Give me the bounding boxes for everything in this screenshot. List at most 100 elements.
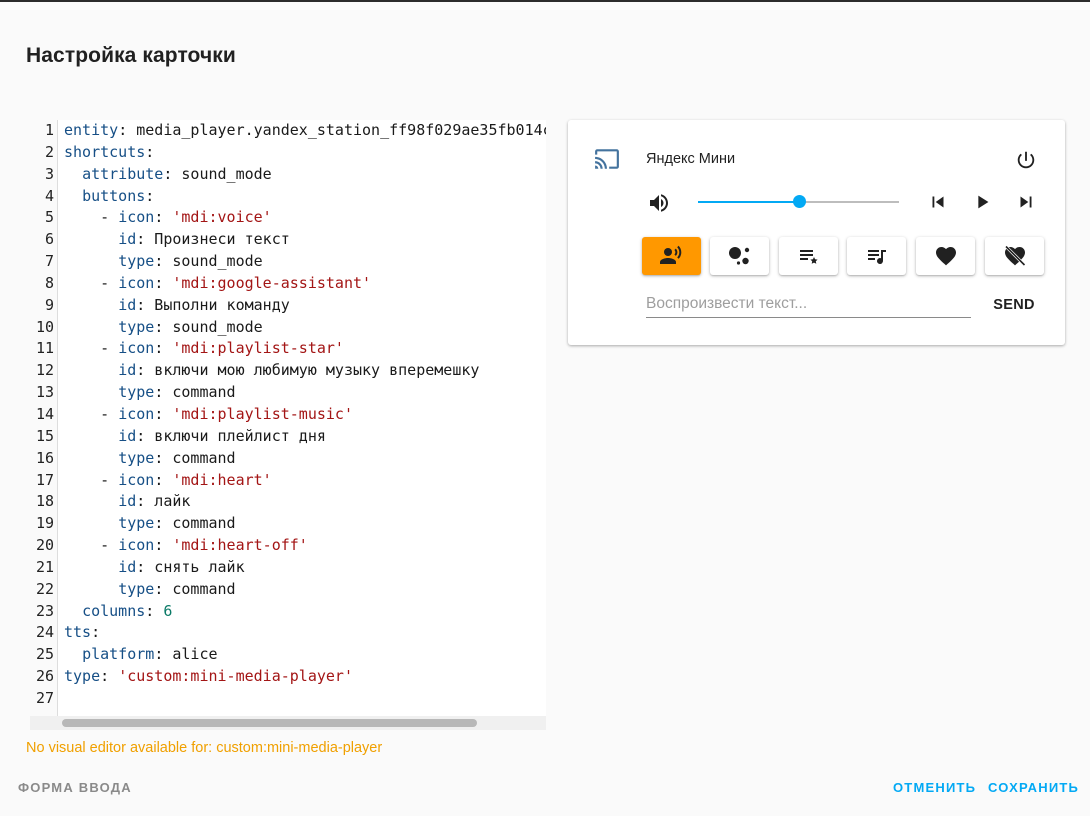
voice-icon xyxy=(659,245,681,264)
yaml-text: : xyxy=(154,536,173,555)
code-line[interactable]: id: Выполни команду xyxy=(64,295,546,317)
tts-text-input[interactable] xyxy=(646,290,971,318)
line-number-gutter: 1 2 3 4 5 6 7 8 9 10 11 12 13 14 15 16 17 18 19 20 21 22 23 24 2… xyxy=(30,120,58,716)
yaml-text xyxy=(64,427,118,445)
yaml-text: : включи плейлист дня xyxy=(136,426,326,445)
line-number: 3 xyxy=(44,164,54,183)
code-line[interactable]: - icon: 'mdi:google-assistant' xyxy=(64,273,546,295)
yaml-key: icon xyxy=(118,470,155,489)
yaml-key: tts xyxy=(64,623,92,642)
yaml-key: icon xyxy=(118,404,155,423)
code-line[interactable]: type: 'custom:mini-media-player' xyxy=(64,666,546,688)
code-line[interactable]: shortcuts: xyxy=(64,142,546,164)
code-line[interactable]: columns: 6 xyxy=(64,601,546,623)
code-line[interactable]: platform: alice xyxy=(64,644,546,666)
shortcut-heart-off-button[interactable] xyxy=(985,237,1044,275)
code-line[interactable]: - icon: 'mdi:heart-off' xyxy=(64,535,546,557)
yaml-text xyxy=(64,514,118,532)
form-mode-button[interactable]: ФОРМА ВВОДА xyxy=(18,780,132,795)
yaml-text: : sound_mode xyxy=(154,252,263,271)
line-number: 1 xyxy=(44,121,54,139)
code-line[interactable]: id: включи мою любимую музыку вперемешку xyxy=(64,360,546,382)
code-content[interactable]: entity: media_player.yandex_station_ff98… xyxy=(64,120,546,716)
yaml-code-editor[interactable]: 1 2 3 4 5 6 7 8 9 10 11 12 13 14 15 16 17 18 19 20 21 22 23 24 2… xyxy=(30,120,546,730)
yaml-key: type xyxy=(118,383,155,402)
code-line[interactable]: type: command xyxy=(64,448,546,470)
code-line[interactable]: id: включи плейлист дня xyxy=(64,426,546,448)
code-line[interactable]: - icon: 'mdi:playlist-music' xyxy=(64,404,546,426)
line-number: 5 xyxy=(44,208,54,227)
yaml-key: id xyxy=(118,295,137,314)
code-line[interactable]: tts: xyxy=(64,622,546,644)
yaml-text: - xyxy=(64,404,119,423)
code-line[interactable]: id: Произнеси текст xyxy=(64,229,546,251)
yaml-key: platform xyxy=(82,645,155,664)
yaml-text xyxy=(64,558,118,576)
yaml-text: : alice xyxy=(154,645,218,664)
line-number: 13 xyxy=(35,383,54,402)
code-line[interactable]: - icon: 'mdi:voice' xyxy=(64,207,546,229)
send-button[interactable]: SEND xyxy=(986,294,1042,316)
yaml-key: icon xyxy=(118,273,155,292)
yaml-text xyxy=(64,449,118,467)
yaml-text: : xyxy=(154,208,173,227)
yaml-key: entity xyxy=(64,121,119,139)
play-icon[interactable] xyxy=(970,190,994,214)
line-number: 20 xyxy=(35,536,54,555)
code-line[interactable]: - icon: 'mdi:playlist-star' xyxy=(64,338,546,360)
yaml-text xyxy=(64,580,118,598)
code-line[interactable]: type: sound_mode xyxy=(64,317,546,339)
yaml-text xyxy=(64,361,118,379)
horizontal-scrollbar-thumb[interactable] xyxy=(62,719,477,727)
yaml-string: 'mdi:google-assistant' xyxy=(172,273,372,292)
horizontal-scrollbar[interactable] xyxy=(30,716,546,730)
yaml-text xyxy=(64,645,82,663)
line-number: 8 xyxy=(44,273,54,292)
line-number: 7 xyxy=(44,252,54,271)
code-line[interactable]: attribute: sound_mode xyxy=(64,164,546,186)
volume-slider[interactable] xyxy=(698,195,899,208)
code-line[interactable]: id: снять лайк xyxy=(64,557,546,579)
code-line[interactable]: - icon: 'mdi:heart' xyxy=(64,470,546,492)
skip-previous-icon[interactable] xyxy=(926,190,950,214)
yaml-key: type xyxy=(118,579,155,598)
line-number: 25 xyxy=(35,645,54,664)
line-number: 10 xyxy=(35,317,54,336)
yaml-text: : Выполни команду xyxy=(136,295,290,314)
shortcut-voice-button[interactable] xyxy=(642,237,701,275)
cancel-button[interactable]: ОТМЕНИТЬ xyxy=(893,780,976,795)
yaml-text: : command xyxy=(154,579,236,598)
code-line[interactable]: buttons: xyxy=(64,186,546,208)
code-line[interactable] xyxy=(64,688,546,710)
volume-slider-thumb[interactable] xyxy=(792,195,806,208)
line-number: 21 xyxy=(35,557,54,576)
line-number: 19 xyxy=(35,514,54,533)
shortcut-heart-button[interactable] xyxy=(916,237,975,275)
code-line[interactable]: entity: media_player.yandex_station_ff98… xyxy=(64,120,546,142)
line-number: 14 xyxy=(35,404,54,423)
shortcut-playlist-music-button[interactable] xyxy=(847,237,906,275)
yaml-key: type xyxy=(118,317,155,336)
cast-icon[interactable] xyxy=(592,146,622,172)
code-line[interactable]: type: sound_mode xyxy=(64,251,546,273)
code-line[interactable]: id: лайк xyxy=(64,491,546,513)
yaml-text xyxy=(64,187,82,205)
shortcut-playlist-star-button[interactable] xyxy=(779,237,838,275)
yaml-key: icon xyxy=(118,208,155,227)
volume-high-icon[interactable] xyxy=(646,190,672,216)
power-icon[interactable] xyxy=(1012,146,1040,174)
save-button[interactable]: СОХРАНИТЬ xyxy=(988,780,1079,795)
skip-next-icon[interactable] xyxy=(1014,190,1038,214)
code-line[interactable]: type: command xyxy=(64,382,546,404)
yaml-key: id xyxy=(118,492,137,511)
line-number: 11 xyxy=(35,339,54,358)
yaml-text: : лайк xyxy=(136,492,191,511)
yaml-text: : command xyxy=(154,383,236,402)
dialog-title: Настройка карточки xyxy=(26,44,236,67)
yaml-text xyxy=(64,383,118,401)
shortcut-google-assistant-button[interactable] xyxy=(710,237,769,275)
line-number: 16 xyxy=(35,448,54,467)
code-line[interactable]: type: command xyxy=(64,579,546,601)
code-line[interactable]: type: command xyxy=(64,513,546,535)
yaml-text: : xyxy=(154,404,173,423)
